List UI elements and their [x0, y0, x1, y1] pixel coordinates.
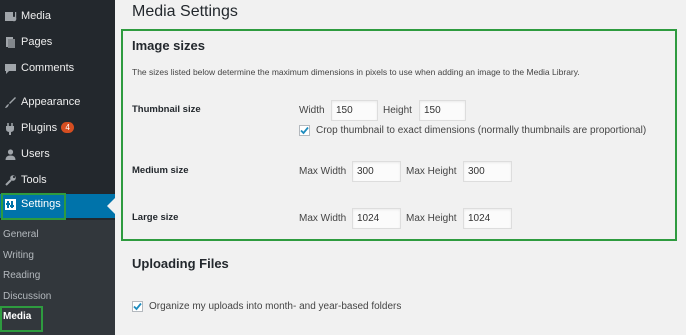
large-size-label: Large size [132, 212, 179, 223]
submenu-item-reading[interactable]: Reading [3, 270, 40, 281]
uploading-files-heading: Uploading Files [132, 256, 229, 271]
submenu-item-general[interactable]: General [3, 229, 39, 240]
settings-icon [4, 198, 17, 211]
sidebar-item-label: Plugins [21, 122, 58, 134]
plugins-icon [4, 122, 17, 135]
thumbnail-size-label: Thumbnail size [132, 104, 201, 115]
sidebar-item-pages[interactable]: Pages [0, 32, 115, 54]
sidebar-item-label: Users [21, 148, 50, 160]
sidebar-item-label: Media [21, 10, 51, 22]
thumbnail-width-label: Width [299, 105, 325, 116]
appearance-icon [4, 96, 17, 109]
sidebar-item-label: Pages [21, 36, 53, 48]
update-count-badge: 4 [61, 122, 75, 133]
sidebar-item-settings[interactable]: Settings [0, 194, 115, 218]
checkmark-icon [133, 302, 142, 311]
settings-submenu: General Writing Reading Discussion Media [0, 220, 115, 335]
medium-size-label: Medium size [132, 165, 189, 176]
sidebar-item-comments[interactable]: Comments [0, 58, 115, 80]
sidebar-item-tools[interactable]: Tools [0, 170, 115, 192]
sidebar-item-label: Comments [21, 62, 75, 74]
sidebar-item-label: Settings [21, 198, 61, 210]
submenu-item-media[interactable]: Media [3, 311, 31, 322]
pages-icon [4, 36, 17, 49]
sidebar-item-label: Appearance [21, 96, 81, 108]
sidebar-item-appearance[interactable]: Appearance [0, 92, 115, 114]
sidebar-item-plugins[interactable]: Plugins 4 [0, 118, 115, 140]
users-icon [4, 148, 17, 161]
tools-icon [4, 174, 17, 187]
organize-uploads-label: Organize my uploads into month- and year… [149, 301, 402, 312]
image-sizes-heading: Image sizes [132, 38, 205, 53]
medium-max-height-input[interactable] [463, 161, 512, 182]
current-menu-arrow [107, 198, 115, 214]
medium-max-height-label: Max Height [406, 166, 457, 177]
large-max-width-label: Max Width [299, 213, 347, 224]
organize-uploads-checkbox[interactable] [132, 301, 143, 312]
medium-max-width-input[interactable] [352, 161, 401, 182]
large-max-width-input[interactable] [352, 208, 401, 229]
large-max-height-label: Max Height [406, 213, 457, 224]
crop-thumbnail-checkbox[interactable] [299, 125, 310, 136]
checkmark-icon [300, 126, 309, 135]
comments-icon [4, 62, 17, 75]
medium-max-width-label: Max Width [299, 166, 347, 177]
media-icon [4, 10, 17, 23]
large-max-height-input[interactable] [463, 208, 512, 229]
sidebar-item-label: Tools [21, 174, 47, 186]
sidebar-item-media[interactable]: Media [0, 6, 115, 28]
crop-thumbnail-label: Crop thumbnail to exact dimensions (norm… [316, 125, 647, 136]
submenu-item-discussion[interactable]: Discussion [3, 291, 51, 302]
thumbnail-height-label: Height [383, 105, 412, 116]
sidebar-item-users[interactable]: Users [0, 144, 115, 166]
thumbnail-width-input[interactable] [331, 100, 378, 121]
image-sizes-description: The sizes listed below determine the max… [132, 67, 580, 77]
page-title: Media Settings [132, 3, 238, 20]
submenu-item-writing[interactable]: Writing [3, 250, 34, 261]
thumbnail-height-input[interactable] [419, 100, 466, 121]
